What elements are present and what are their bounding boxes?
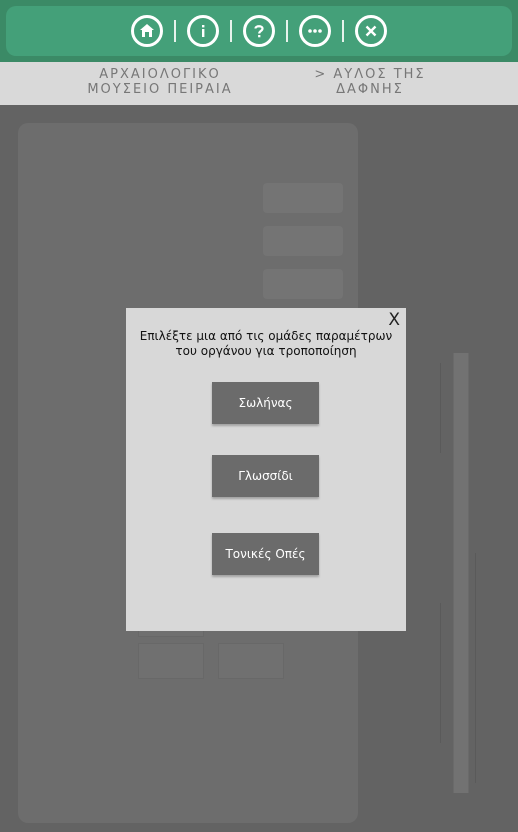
- dialog-close-button[interactable]: X: [388, 310, 400, 330]
- more-icon[interactable]: [299, 15, 331, 47]
- toolbar-separator: [230, 20, 232, 42]
- home-icon[interactable]: [131, 15, 163, 47]
- toolbar-separator: [174, 20, 176, 42]
- background-value-field: [263, 269, 343, 299]
- close-icon[interactable]: [355, 15, 387, 47]
- dimension-line: [440, 603, 441, 743]
- dimension-line: [475, 553, 476, 783]
- parameter-group-dialog: X Επιλέξτε μια από τις ομάδες παραμέτρων…: [126, 308, 406, 631]
- background-value-field: [263, 183, 343, 213]
- reed-button[interactable]: Γλωσσίδι: [212, 455, 319, 497]
- dimension-line: [440, 363, 441, 453]
- breadcrumb-museum-line1: ΑΡΧΑΙΟΛΟΓΙΚΟ: [99, 67, 221, 82]
- background-grid-cell: [138, 643, 204, 679]
- tone-holes-button[interactable]: Τονικές Οπές: [212, 533, 319, 575]
- toolbar-separator: [286, 20, 288, 42]
- toolbar-separator: [342, 20, 344, 42]
- aulos-pipe-shape: [453, 353, 469, 793]
- pipe-button[interactable]: Σωλήνας: [212, 382, 319, 424]
- breadcrumb-museum-link[interactable]: ΑΡΧΑΙΟΛΟΓΙΚΟ ΜΟΥΣΕΙΟ ΠΕΙΡΑΙΑ: [70, 67, 250, 97]
- breadcrumb: ΑΡΧΑΙΟΛΟΓΙΚΟ ΜΟΥΣΕΙΟ ΠΕΙΡΑΙΑ > ΑΥΛΟΣ ΤΗΣ…: [0, 62, 518, 105]
- breadcrumb-current-line1: > ΑΥΛΟΣ ΤΗΣ: [314, 67, 426, 82]
- toolbar-button-group: [6, 6, 512, 56]
- background-grid-cell: [218, 643, 284, 679]
- info-icon[interactable]: [187, 15, 219, 47]
- help-icon[interactable]: [243, 15, 275, 47]
- breadcrumb-current: > ΑΥΛΟΣ ΤΗΣ ΔΑΦΝΗΣ: [300, 67, 440, 97]
- top-toolbar: [0, 0, 518, 62]
- dialog-message: Επιλέξτε μια από τις ομάδες παραμέτρων τ…: [139, 329, 393, 358]
- breadcrumb-museum-line2: ΜΟΥΣΕΙΟ ΠΕΙΡΑΙΑ: [87, 82, 233, 97]
- breadcrumb-current-line2: ΔΑΦΝΗΣ: [336, 82, 404, 97]
- background-value-field: [263, 226, 343, 256]
